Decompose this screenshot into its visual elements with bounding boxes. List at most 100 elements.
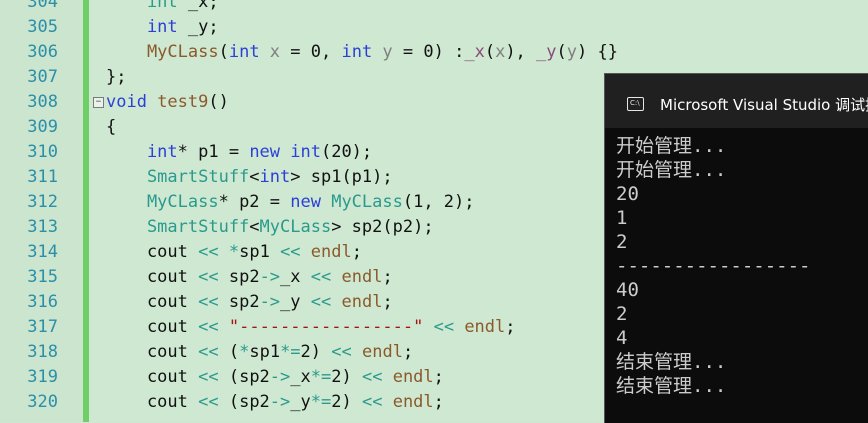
code-line[interactable]: 305 int _y; xyxy=(0,15,868,40)
code-token: < xyxy=(249,217,260,237)
code-token: x xyxy=(495,42,506,62)
code-token: = 0, xyxy=(280,42,342,62)
code-token: MyCLass xyxy=(331,192,403,212)
console-output-line: 40 xyxy=(616,279,639,301)
code-token: -> xyxy=(269,367,291,387)
code-token: SmartStuff xyxy=(106,167,250,187)
console-output-line: 开始管理... xyxy=(616,159,727,181)
code-token: int xyxy=(106,142,178,162)
code-token: ; xyxy=(505,317,516,337)
code-token: << xyxy=(310,267,332,287)
code-token: "-----------------" xyxy=(228,317,424,337)
line-number: 315 xyxy=(27,267,58,287)
code-token: sp1 xyxy=(239,242,281,262)
code-token: cout xyxy=(106,342,199,362)
code-token: ; xyxy=(351,242,362,262)
code-token: > sp2(p2); xyxy=(331,217,434,237)
code-token: endl xyxy=(464,317,506,337)
line-number: 307 xyxy=(27,67,58,87)
code-token: -> xyxy=(259,267,281,287)
code-token: << xyxy=(331,342,352,362)
console-title: Microsoft Visual Studio 调试控制台 xyxy=(660,96,868,114)
code-token: * p1 = xyxy=(177,142,250,162)
code-line[interactable]: 304 int _x; xyxy=(0,0,868,15)
code-token: ) {} xyxy=(577,42,618,62)
code-line[interactable]: 306 MyCLass(int x = 0, int y = 0) :_x(x)… xyxy=(0,40,868,65)
code-token: MyCLass xyxy=(106,42,219,62)
code-token: << xyxy=(198,292,219,312)
code-token: * xyxy=(239,342,250,362)
code-token: endl xyxy=(341,267,383,287)
line-number: 310 xyxy=(27,142,58,162)
code-token: ), xyxy=(505,42,537,62)
code-token: cout xyxy=(106,242,199,262)
code-token: = 0) : xyxy=(392,42,465,62)
code-text: int _y; xyxy=(106,15,219,40)
code-token: y xyxy=(382,42,393,62)
code-token: ; xyxy=(382,267,393,287)
code-token: *= xyxy=(310,392,332,412)
line-number: 319 xyxy=(27,367,58,387)
code-token: int xyxy=(259,167,291,187)
code-token: > sp1(p1); xyxy=(290,167,393,187)
code-token: << xyxy=(361,367,383,387)
code-token: *= xyxy=(280,342,301,362)
code-token: < xyxy=(249,167,260,187)
code-token: << xyxy=(433,317,455,337)
code-text: MyCLass* p2 = new MyCLass(1, 2); xyxy=(106,190,475,215)
code-token: 2) xyxy=(300,342,332,362)
code-token: (sp2 xyxy=(218,367,270,387)
code-token: (20); xyxy=(320,142,373,162)
code-text: }; xyxy=(106,65,126,90)
code-token: endl xyxy=(341,292,383,312)
code-token: sp1 xyxy=(249,342,281,362)
code-token: ( xyxy=(484,42,496,62)
line-number: 311 xyxy=(27,167,58,187)
code-token: int xyxy=(106,17,188,37)
line-number: 320 xyxy=(27,392,58,412)
code-token: cout xyxy=(106,267,199,287)
line-number: 313 xyxy=(27,217,58,237)
code-text: cout << (sp2->_y*=2) << endl; xyxy=(106,390,444,415)
code-text: cout << (*sp1*=2) << endl; xyxy=(106,340,413,365)
code-token: _y xyxy=(290,392,311,412)
code-token: int xyxy=(341,42,383,62)
code-token: ; xyxy=(382,292,393,312)
code-token: new int xyxy=(249,142,321,162)
line-number: 309 xyxy=(27,117,58,137)
line-number: 317 xyxy=(27,317,58,337)
line-number: 306 xyxy=(27,42,58,62)
console-output: 开始管理... 开始管理... 20 1 2 ----------------- 40 2 4 结… xyxy=(616,134,866,398)
console-title-bar[interactable]: C:\ Microsoft Visual Studio 调试控制台 xyxy=(605,74,868,128)
code-token: cout xyxy=(106,292,199,312)
console-output-line: 2 xyxy=(616,303,628,325)
code-text: int _x; xyxy=(106,0,219,15)
code-token: (sp2 xyxy=(218,392,270,412)
debug-console-window[interactable]: C:\ Microsoft Visual Studio 调试控制台 开始管理..… xyxy=(604,73,868,423)
code-token: << xyxy=(198,242,219,262)
console-output-line: 1 xyxy=(616,207,628,229)
console-output-line: 2 xyxy=(616,231,628,253)
code-token: _x xyxy=(290,367,311,387)
line-number: 314 xyxy=(27,242,58,262)
line-number: 316 xyxy=(27,292,58,312)
code-token: x xyxy=(269,42,281,62)
code-token: *= xyxy=(310,367,332,387)
code-token: (1, 2); xyxy=(402,192,475,212)
code-token: endl xyxy=(310,242,352,262)
code-token: << xyxy=(198,367,219,387)
code-text: cout << "-----------------" << endl; xyxy=(106,315,516,340)
code-token: cout xyxy=(106,317,199,337)
code-token: SmartStuff xyxy=(106,217,250,237)
code-token: MyCLass xyxy=(259,217,332,237)
code-token: cout xyxy=(106,392,199,412)
console-icon-text: C:\ xyxy=(630,99,640,107)
code-text: void test9() xyxy=(106,90,229,115)
